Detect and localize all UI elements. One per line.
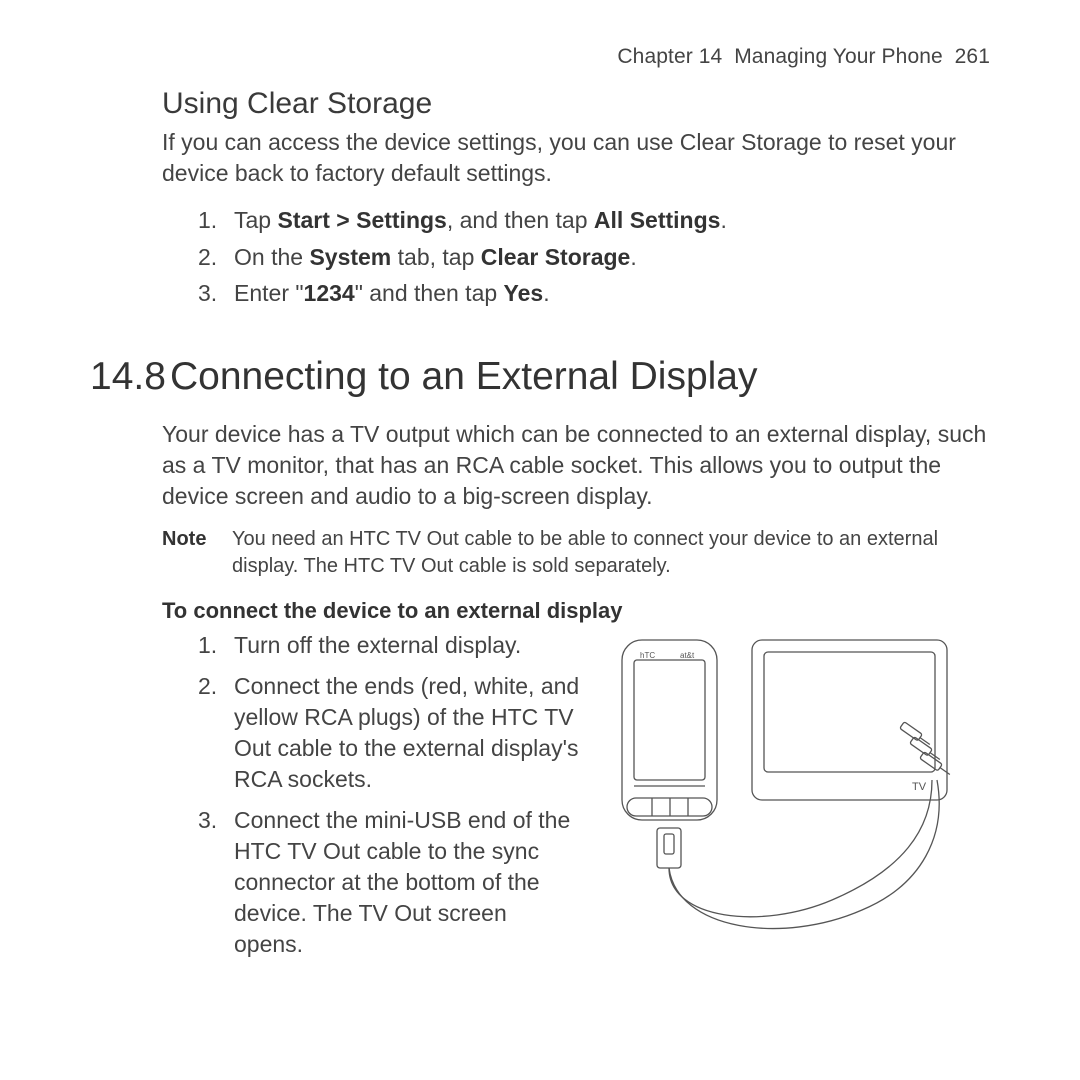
step-text: tab, tap [391,244,481,270]
heading-ext-display: 14.8Connecting to an External Display [90,355,990,399]
step-bold: System [309,244,391,270]
page-number: 261 [955,45,990,68]
step-bold: Yes [504,280,544,306]
chapter-label: Chapter 14 [617,45,722,68]
note-row: Note You need an HTC TV Out cable to be … [162,526,990,580]
note-body: You need an HTC TV Out cable to be able … [232,526,990,580]
section-title: Connecting to an External Display [170,355,758,398]
tv-out-illustration-svg: TV [602,630,962,950]
step-bold: 1234 [304,280,355,306]
step-text: On the [234,244,309,270]
page-header: Chapter 14 Managing Your Phone 261 [90,45,990,69]
step-text: , and then tap [447,207,594,233]
step-text: . [720,207,726,233]
clear-storage-intro: If you can access the device settings, y… [162,127,990,189]
step-bold: All Settings [594,207,721,233]
ext-display-steps: Turn off the external display. Connect t… [198,630,582,960]
page: Chapter 14 Managing Your Phone 261 Using… [0,0,1080,1080]
section-number: 14.8 [90,355,170,399]
ext-display-step: Turn off the external display. [198,630,582,661]
clear-storage-step: Tap Start > Settings, and then tap All S… [198,203,990,238]
clear-storage-step: On the System tab, tap Clear Storage. [198,240,990,275]
note-label: Note [162,526,232,580]
chapter-title: Managing Your Phone [734,45,943,68]
tv-label: TV [912,781,927,793]
ext-display-step: Connect the ends (red, white, and yellow… [198,671,582,795]
ext-display-steps-col: Turn off the external display. Connect t… [162,630,582,970]
clear-storage-step: Enter "1234" and then tap Yes. [198,276,990,311]
tv-out-illustration: TV [602,630,990,970]
step-text: Tap [234,207,277,233]
phone-brand-label: hTC [640,651,655,660]
step-text: . [543,280,549,306]
clear-storage-steps: Tap Start > Settings, and then tap All S… [198,203,990,311]
heading-clear-storage: Using Clear Storage [162,87,990,121]
step-bold: Start > Settings [277,207,446,233]
ext-display-subheading: To connect the device to an external dis… [162,598,990,624]
carrier-label: at&t [680,651,695,660]
ext-display-step: Connect the mini-USB end of the HTC TV O… [198,805,582,960]
step-text: . [630,244,636,270]
ext-display-intro: Your device has a TV output which can be… [162,419,990,512]
step-bold: Clear Storage [481,244,631,270]
ext-display-two-col: Turn off the external display. Connect t… [162,630,990,970]
step-text: Enter " [234,280,304,306]
step-text: " and then tap [355,280,504,306]
